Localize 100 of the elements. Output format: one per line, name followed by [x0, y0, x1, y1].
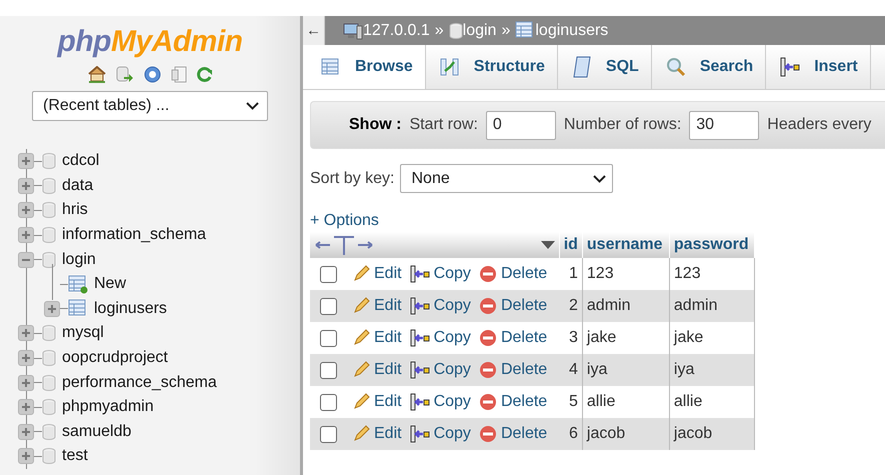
table-icon: [321, 58, 341, 76]
column-header[interactable]: id: [559, 232, 582, 258]
home-icon[interactable]: [88, 66, 106, 83]
minus-circle-icon: [478, 297, 497, 315]
expand-icon[interactable]: [18, 350, 34, 366]
insert-icon: [410, 425, 430, 443]
start-row-label: Start row:: [409, 116, 478, 134]
tree-item[interactable]: cdcol: [62, 152, 100, 170]
database-arrow-icon[interactable]: [116, 66, 134, 83]
tree-item[interactable]: test: [62, 447, 88, 466]
chevron-down-icon: [593, 174, 606, 182]
tree-item[interactable]: mysql: [62, 324, 104, 342]
copy-link[interactable]: Copy: [410, 361, 471, 379]
delete-link[interactable]: Delete: [478, 361, 548, 379]
edit-link[interactable]: Edit: [352, 265, 402, 283]
minus-circle-icon: [478, 361, 497, 379]
table-cell: 6: [559, 418, 582, 450]
row-checkbox[interactable]: [320, 426, 337, 442]
edit-link[interactable]: Edit: [352, 425, 402, 443]
database-icon: [448, 22, 463, 38]
tree-item[interactable]: data: [62, 176, 94, 195]
tab[interactable]: Insert: [766, 45, 871, 89]
expand-icon[interactable]: [18, 178, 34, 194]
tree-item[interactable]: hris: [62, 201, 88, 220]
expand-icon[interactable]: [18, 325, 34, 342]
delete-link[interactable]: Delete: [478, 393, 548, 411]
row-checkbox[interactable]: [320, 362, 337, 378]
tab[interactable]: SQL: [558, 45, 652, 89]
sort-dropdown[interactable]: None: [400, 164, 614, 193]
column-header[interactable]: username: [582, 232, 670, 258]
tree-item[interactable]: information_schema: [62, 226, 206, 244]
expand-icon[interactable]: [18, 424, 34, 440]
tree-item[interactable]: phpmyadmin: [62, 398, 154, 416]
tree-item[interactable]: oopcrudproject: [62, 349, 168, 368]
column-header[interactable]: password: [669, 232, 754, 258]
tree-item[interactable]: loginusers: [94, 300, 167, 318]
delete-link[interactable]: Delete: [478, 265, 548, 283]
row-checkbox[interactable]: [320, 330, 337, 346]
headers-label: Headers every: [767, 116, 872, 134]
breadcrumb-separator: »: [434, 22, 444, 40]
tab[interactable]: Search: [652, 45, 766, 89]
breadcrumb-separator: »: [501, 22, 510, 40]
copy-link[interactable]: Copy: [410, 265, 471, 283]
row-checkbox[interactable]: [320, 394, 337, 410]
sort-triangle-icon[interactable]: [540, 241, 555, 249]
delete-link[interactable]: Delete: [478, 425, 548, 443]
recent-tables-dropdown[interactable]: (Recent tables) ...: [32, 91, 268, 121]
reload-icon[interactable]: [196, 66, 212, 83]
expand-icon[interactable]: [18, 399, 34, 416]
edit-link[interactable]: Edit: [352, 297, 402, 315]
rows-label: Number of rows:: [564, 116, 682, 134]
rows-field[interactable]: 30: [689, 110, 760, 140]
insert-icon: [410, 393, 430, 411]
expand-icon[interactable]: [44, 300, 60, 317]
tree-item[interactable]: samueldb: [62, 422, 132, 441]
table-icon: [68, 299, 88, 318]
edit-link[interactable]: Edit: [352, 393, 402, 411]
back-button[interactable]: ←: [303, 16, 325, 45]
pencil-icon: [352, 393, 370, 411]
database-icon: [42, 178, 56, 194]
search-icon: [666, 57, 686, 77]
breadcrumb-link[interactable]: 127.0.0.1: [363, 22, 430, 40]
database-icon: [42, 424, 56, 440]
insert-icon: [410, 329, 430, 347]
minus-circle-icon: [478, 265, 497, 283]
expand-icon[interactable]: [18, 153, 34, 170]
tree-item[interactable]: performance_schema: [62, 374, 217, 392]
tree-item[interactable]: login: [62, 250, 96, 269]
insert-icon: [780, 57, 800, 77]
edit-link[interactable]: Edit: [352, 329, 402, 347]
logo[interactable]: phpMyAdmin: [58, 24, 242, 60]
database-icon: [42, 202, 56, 218]
breadcrumb-link[interactable]: loginusers: [535, 22, 608, 40]
breadcrumb-link[interactable]: login: [462, 22, 496, 40]
document-icon[interactable]: [170, 66, 186, 83]
expand-icon[interactable]: [18, 374, 34, 391]
scroll-icon: [572, 56, 592, 78]
tree-item[interactable]: New: [94, 275, 126, 294]
delete-link[interactable]: Delete: [478, 297, 548, 315]
pencil-icon: [352, 329, 370, 347]
collapse-icon[interactable]: [18, 252, 34, 268]
copy-link[interactable]: Copy: [410, 425, 471, 443]
expand-icon[interactable]: [18, 227, 34, 244]
copy-link[interactable]: Copy: [410, 329, 471, 347]
row-checkbox[interactable]: [320, 298, 337, 314]
row-checkbox[interactable]: [320, 266, 337, 282]
edit-link[interactable]: Edit: [352, 361, 402, 379]
column-resize-icon[interactable]: [314, 235, 374, 255]
show-label: Show :: [349, 116, 402, 134]
copy-link[interactable]: Copy: [410, 297, 471, 315]
sort-label: Sort by key:: [310, 170, 394, 188]
start-row-field[interactable]: 0: [486, 110, 556, 140]
copy-link[interactable]: Copy: [410, 393, 471, 411]
expand-icon[interactable]: [18, 448, 34, 464]
options-link[interactable]: + Options: [310, 212, 379, 230]
table-cell: jacob: [582, 418, 670, 450]
database-icon: [42, 252, 56, 268]
tab[interactable]: Structure: [426, 45, 558, 89]
expand-icon[interactable]: [18, 202, 34, 218]
delete-link[interactable]: Delete: [478, 329, 548, 347]
